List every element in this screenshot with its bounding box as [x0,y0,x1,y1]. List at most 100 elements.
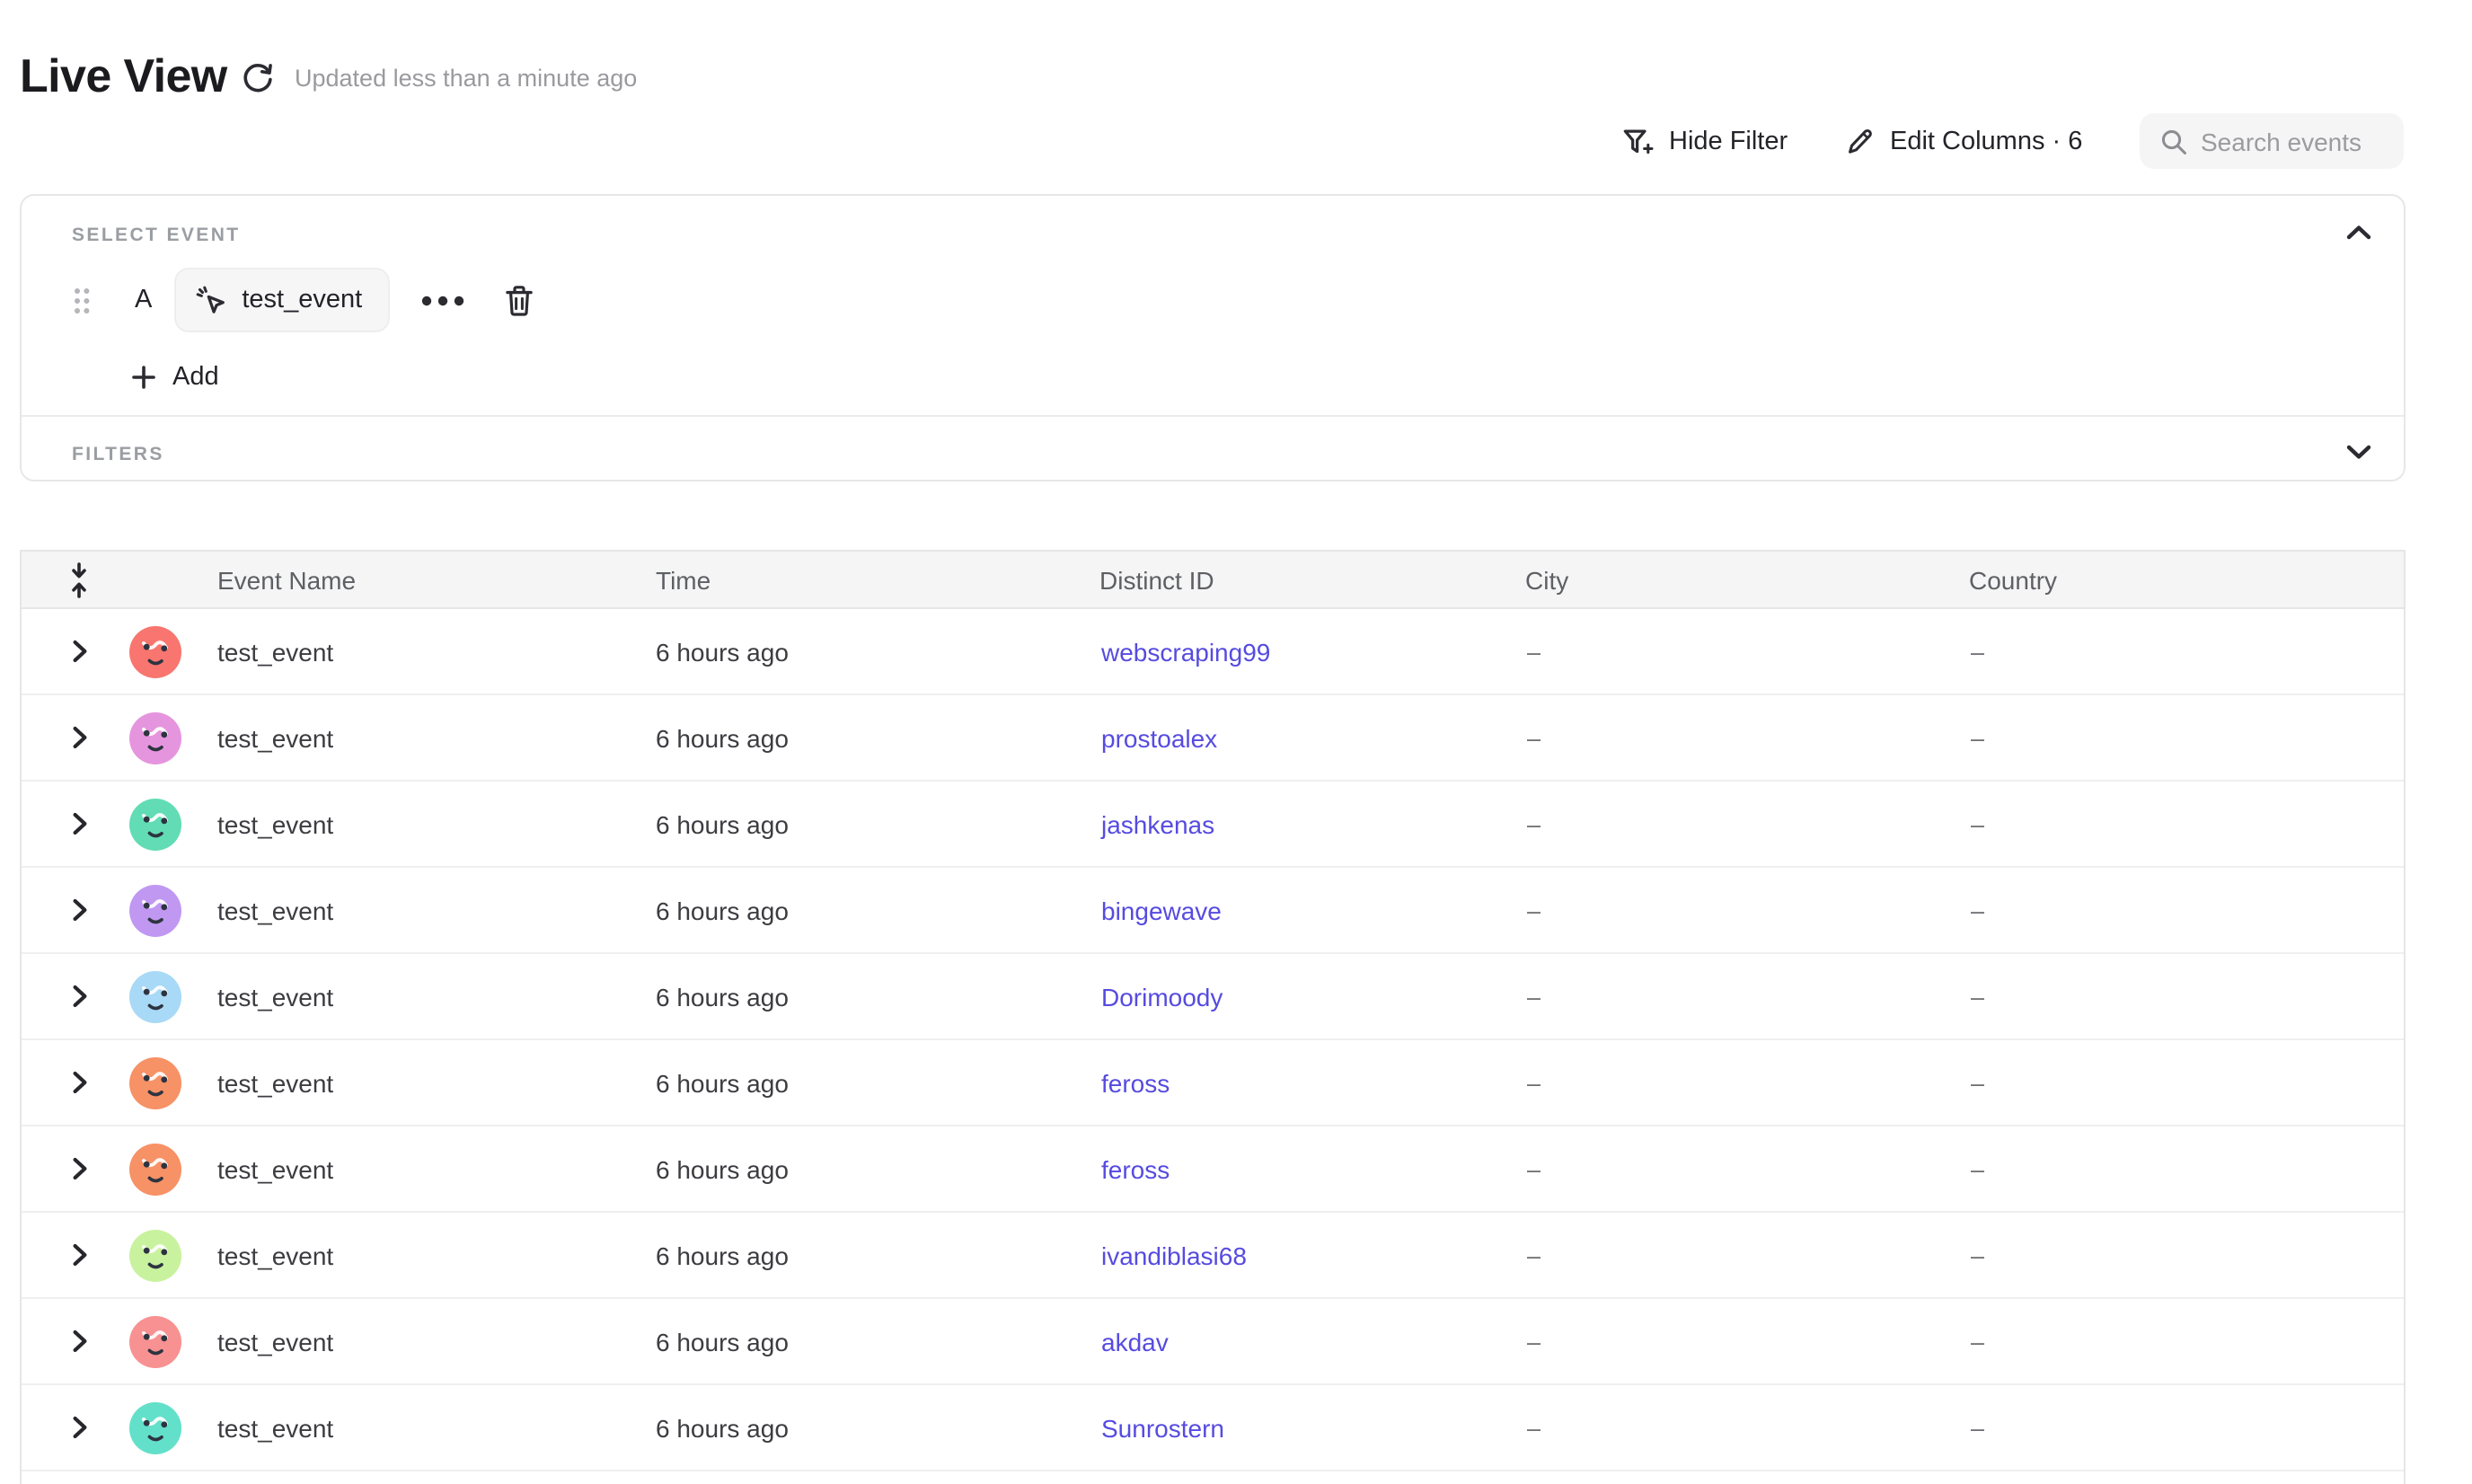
table-row[interactable]: test_event 6 hours ago Dorimoody – – [22,954,2404,1040]
event-name-cell: test_event [217,809,333,838]
collapse-rows-button[interactable] [66,562,92,598]
query-builder-panel: SELECT EVENT A [20,194,2406,481]
user-avatar [129,711,181,764]
expand-filters-button[interactable] [2344,438,2373,464]
distinct-id-link[interactable]: Dorimoody [1101,982,1223,1011]
expand-row-button[interactable] [72,811,97,836]
user-avatar [129,1401,181,1453]
table-row[interactable]: test_event 6 hours ago prostoalex – – [22,695,2404,782]
expand-row-button[interactable] [72,1329,97,1354]
expand-row-button[interactable] [72,1415,97,1440]
city-cell: – [1527,638,1541,665]
expand-row-button[interactable] [72,1070,97,1095]
add-event-button[interactable]: Add [131,358,219,397]
series-letter: A [135,286,152,314]
event-selector-chip[interactable]: test_event [173,268,389,332]
edit-columns-label: Edit Columns · 6 [1890,128,2082,156]
expand-row-button[interactable] [72,984,97,1009]
cursor-click-icon [193,283,227,317]
collapse-section-button[interactable] [2344,219,2373,244]
chevron-right-icon [72,1243,88,1267]
event-time-cell: 6 hours ago [656,809,789,838]
expand-row-button[interactable] [72,1156,97,1181]
chevron-right-icon [72,726,88,749]
user-avatar [129,970,181,1022]
event-options-button[interactable] [419,282,464,318]
chevron-up-icon [2346,224,2371,240]
table-body: test_event 6 hours ago webscraping99 – –… [22,609,2404,1471]
expand-row-button[interactable] [72,897,97,923]
column-header-country: Country [1969,565,2057,594]
expand-row-button[interactable] [72,725,97,750]
country-cell: – [1971,810,1984,837]
edit-columns-button[interactable]: Edit Columns · 6 [1843,119,2082,165]
event-time-cell: 6 hours ago [656,637,789,666]
city-cell: – [1527,724,1541,751]
event-time-cell: 6 hours ago [656,723,789,752]
table-row[interactable]: test_event 6 hours ago bingewave – – [22,868,2404,954]
column-header-city: City [1525,565,1568,594]
city-cell: – [1527,1414,1541,1441]
distinct-id-link[interactable]: webscraping99 [1101,637,1270,666]
hide-filter-label: Hide Filter [1669,128,1788,156]
drag-handle[interactable] [72,285,92,315]
event-name-cell: test_event [217,1327,333,1356]
filter-plus-icon [1620,125,1655,159]
table-row[interactable]: test_event 6 hours ago feross – – [22,1040,2404,1126]
page-title: Live View [20,47,227,104]
distinct-id-link[interactable]: Sunrostern [1101,1413,1224,1442]
country-cell: – [1971,1155,1984,1182]
add-label: Add [172,363,219,392]
distinct-id-link[interactable]: feross [1101,1068,1170,1097]
event-time-cell: 6 hours ago [656,1327,789,1356]
pencil-icon [1843,126,1876,158]
chevron-right-icon [72,1157,88,1180]
table-row[interactable]: test_event 6 hours ago Sunrostern – – [22,1385,2404,1471]
expand-row-button[interactable] [72,1242,97,1268]
event-time-cell: 6 hours ago [656,896,789,924]
table-row[interactable]: test_event 6 hours ago ivandiblasi68 – – [22,1213,2404,1299]
city-cell: – [1527,1155,1541,1182]
distinct-id-link[interactable]: jashkenas [1101,809,1214,838]
event-time-cell: 6 hours ago [656,1068,789,1097]
distinct-id-link[interactable]: akdav [1101,1327,1169,1356]
refresh-button[interactable] [239,59,277,97]
distinct-id-link[interactable]: prostoalex [1101,723,1217,752]
plus-icon [131,365,156,390]
table-header-row: Event Name Time Distinct ID City Country [22,552,2404,609]
country-cell: – [1971,1414,1984,1441]
table-row[interactable]: test_event 6 hours ago webscraping99 – – [22,609,2404,695]
city-cell: – [1527,1069,1541,1096]
chevron-right-icon [72,1329,88,1353]
table-row[interactable]: test_event 6 hours ago akdav – – [22,1299,2404,1385]
country-cell: – [1971,1328,1984,1355]
city-cell: – [1527,1328,1541,1355]
event-name-cell: test_event [217,1154,333,1183]
search-events-input[interactable] [2140,113,2404,169]
filters-label: FILTERS [72,444,164,465]
city-cell: – [1527,810,1541,837]
events-table: Event Name Time Distinct ID City Country… [20,550,2406,1484]
event-name-cell: test_event [217,1413,333,1442]
refresh-icon [241,61,275,95]
table-row[interactable]: test_event 6 hours ago jashkenas – – [22,782,2404,868]
hide-filter-button[interactable]: Hide Filter [1620,119,1788,165]
chevron-down-icon [2346,443,2371,459]
distinct-id-link[interactable]: bingewave [1101,896,1222,924]
city-cell: – [1527,983,1541,1010]
expand-row-button[interactable] [72,639,97,664]
delete-event-button[interactable] [502,282,534,318]
event-name-cell: test_event [217,1068,333,1097]
country-cell: – [1971,1241,1984,1268]
user-avatar [129,1143,181,1195]
user-avatar [129,884,181,936]
ellipsis-icon [419,294,464,306]
event-name-cell: test_event [217,982,333,1011]
table-row[interactable]: test_event 6 hours ago feross – – [22,1126,2404,1213]
distinct-id-link[interactable]: feross [1101,1154,1170,1183]
distinct-id-link[interactable]: ivandiblasi68 [1101,1241,1247,1269]
event-name-cell: test_event [217,723,333,752]
event-time-cell: 6 hours ago [656,1154,789,1183]
event-name-cell: test_event [217,637,333,666]
drag-dots-icon [72,285,92,315]
